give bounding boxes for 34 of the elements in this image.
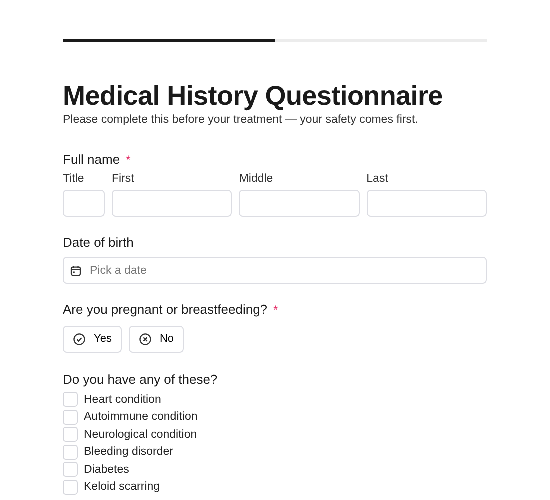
name-input[interactable] [366,190,487,217]
choice-button[interactable]: Yes [63,326,122,353]
required-mark: * [126,154,131,166]
field-label: Full name [63,152,120,168]
required-mark: * [274,304,278,316]
sub-label: Middle [239,172,274,187]
name-input[interactable] [112,190,232,217]
checkbox[interactable] [63,444,78,460]
checkbox[interactable] [63,462,78,478]
checkbox-label: Bleeding disorder [84,445,174,460]
checkbox-label: Autoimmune condition [84,410,198,424]
field-label: Are you pregnant or breastfeeding? [63,302,268,318]
checkbox-label: Neurological condition [84,428,198,442]
check-circle-icon [73,333,86,346]
name-input[interactable] [239,190,360,217]
checkbox[interactable] [63,427,78,442]
x-circle-icon [138,333,152,346]
field-label: Date of birth [63,235,134,251]
page-subtitle: Please complete this before your treatment — your safety comes first. [63,113,420,128]
date-field[interactable]: Pick a date [63,257,487,284]
checkbox-label: Keloid scarring [84,480,160,494]
sub-label: First [112,172,136,187]
checkbox-label: Heart condition [84,392,162,407]
sub-label: Last [366,172,390,187]
calendar-icon [70,264,82,276]
checkbox-label: Diabetes [84,462,130,477]
sub-label: Title [63,172,86,187]
page-title: Medical History Questionnaire [63,80,444,112]
name-input[interactable] [63,190,105,217]
field-label: Do you have any of these? [63,372,218,388]
choice-button[interactable]: No [128,326,184,353]
checkbox[interactable] [63,392,78,408]
checkbox[interactable] [63,410,78,425]
checkbox[interactable] [63,480,78,495]
